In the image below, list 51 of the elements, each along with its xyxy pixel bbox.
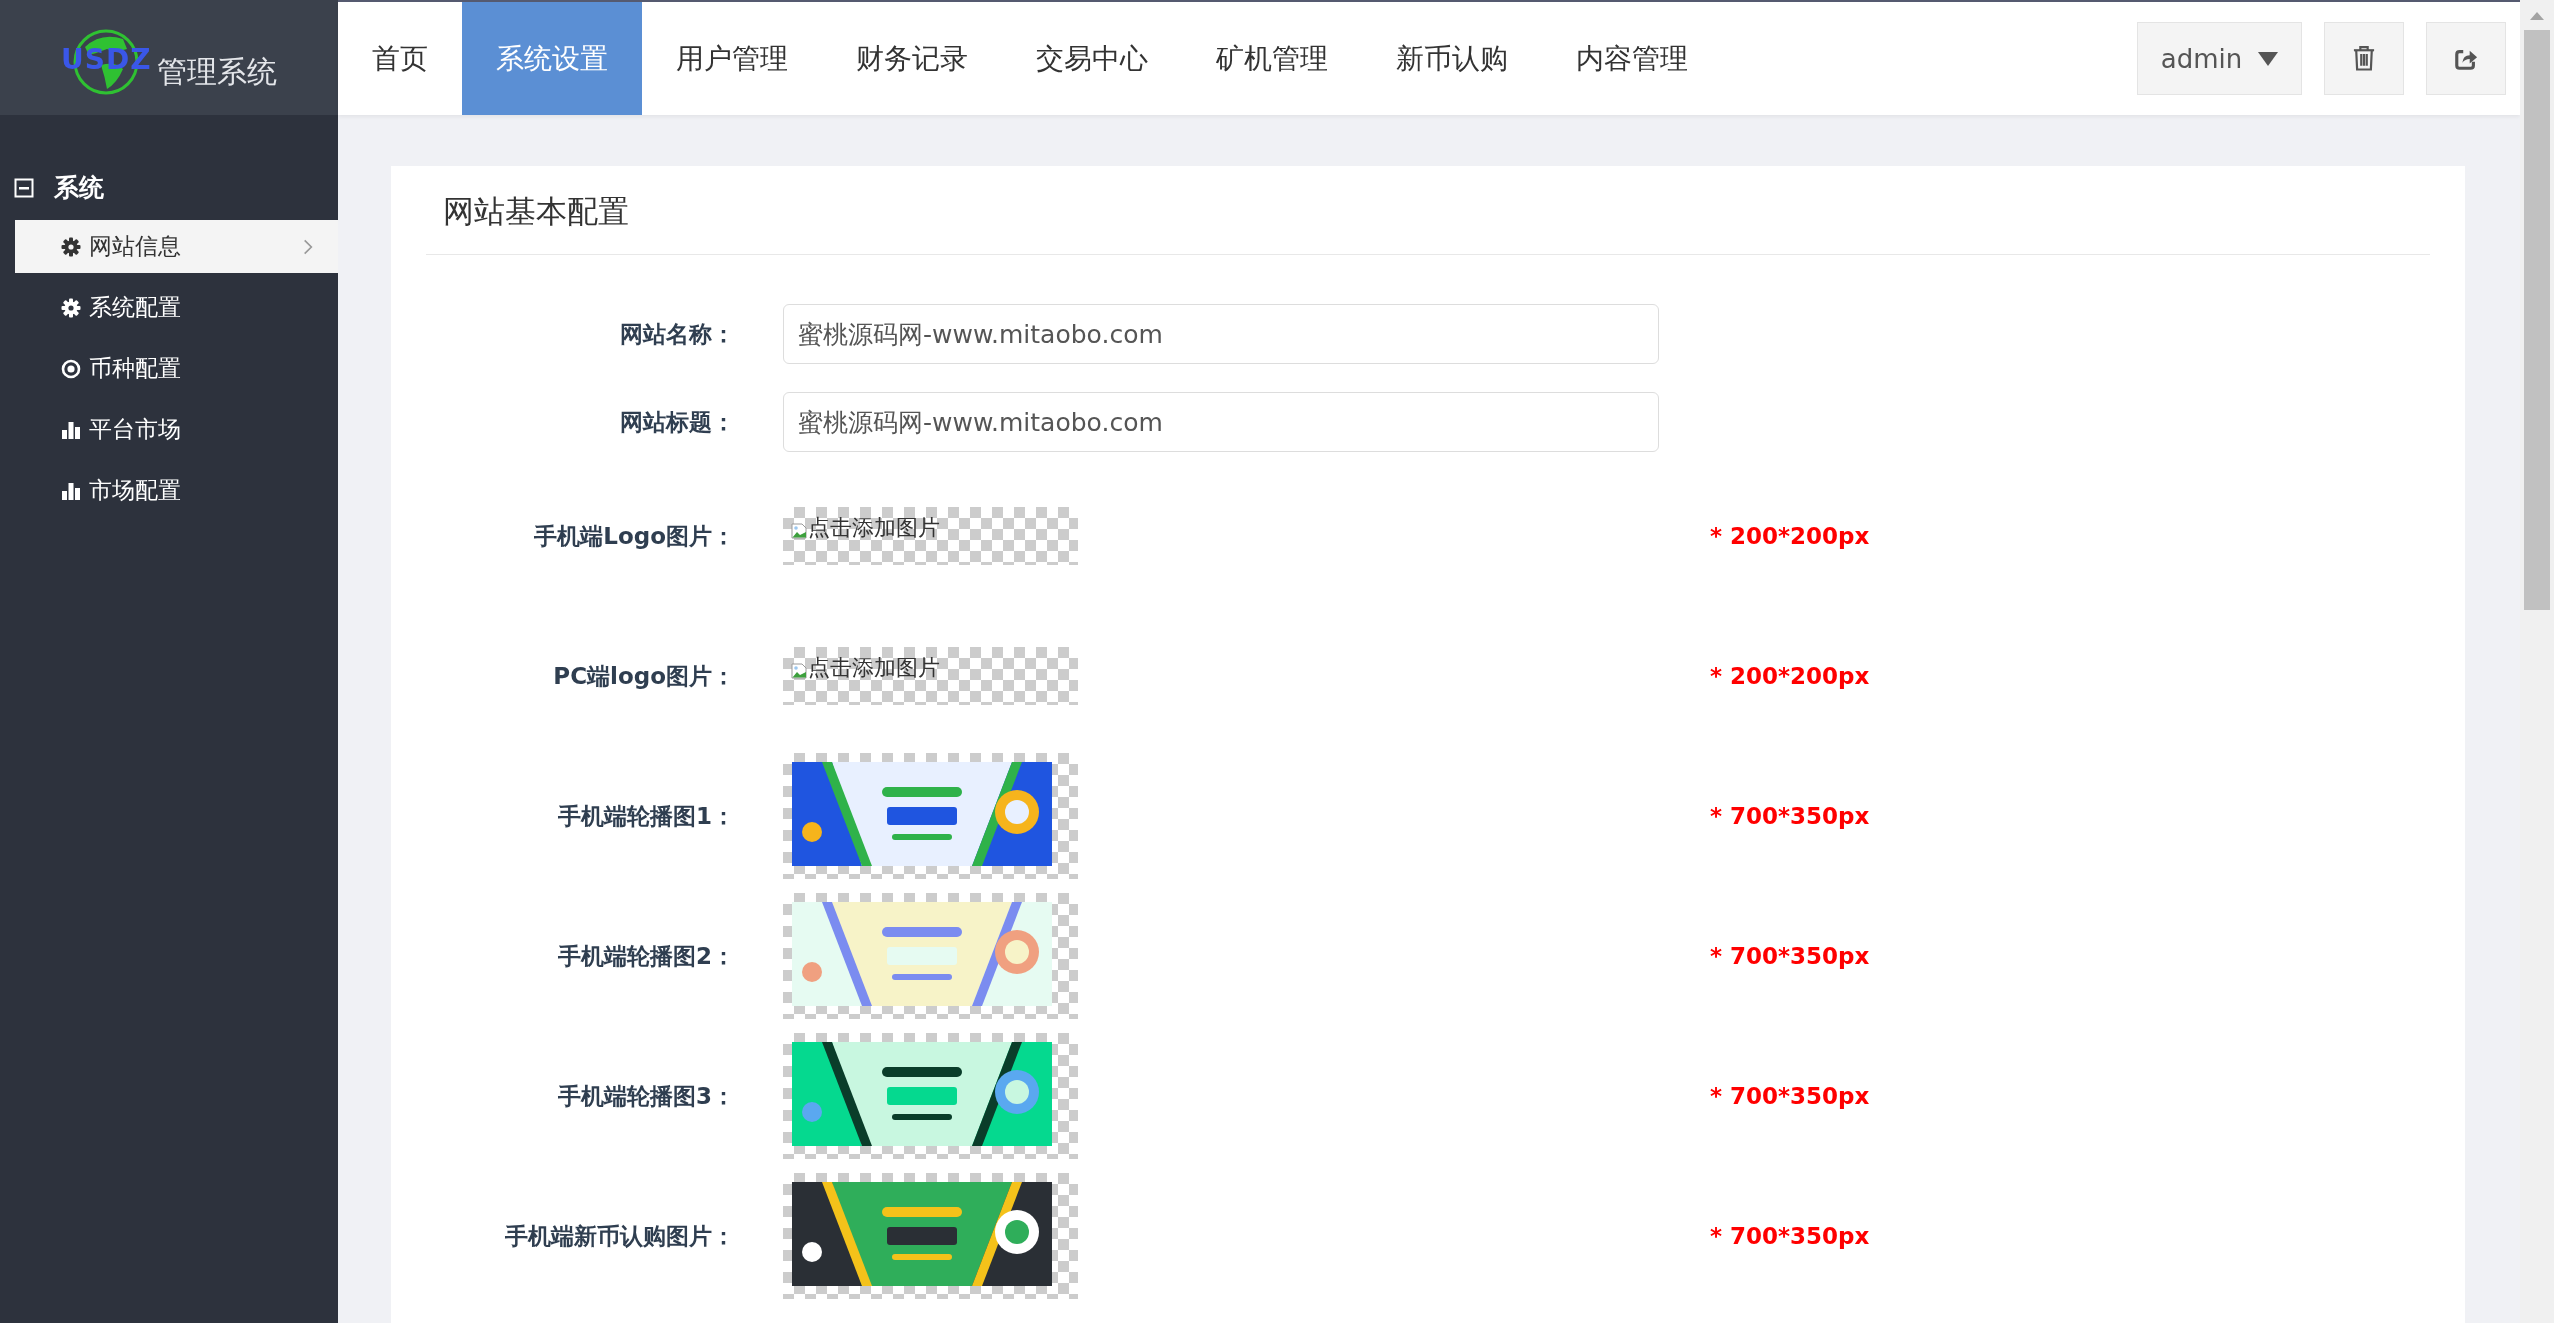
size-hint: * 200*200px xyxy=(1710,663,1871,689)
nav-tab[interactable]: 新币认购 xyxy=(1362,2,1542,115)
scrollbar-thumb[interactable] xyxy=(2524,30,2550,610)
radio-icon xyxy=(61,358,81,379)
broken-image-icon xyxy=(791,663,807,679)
gear-icon xyxy=(61,236,81,257)
logout-button[interactable] xyxy=(2426,22,2506,95)
field-label: 手机端轮播图2： xyxy=(557,941,735,971)
size-hint: * 700*350px xyxy=(1710,943,1871,969)
field-label: 网站名称： xyxy=(619,319,735,349)
user-menu-button[interactable]: admin xyxy=(2137,22,2302,95)
sidebar-item[interactable]: 系统配置 xyxy=(15,281,338,334)
broken-image-icon xyxy=(791,523,807,539)
nav-tab[interactable]: 交易中心 xyxy=(1002,2,1182,115)
text-field[interactable]: 蜜桃源码网-www.mitaobo.com xyxy=(783,304,1659,364)
nav-tab[interactable]: 矿机管理 xyxy=(1182,2,1362,115)
bar-chart-icon xyxy=(61,480,81,501)
sidebar-item[interactable]: 网站信息 xyxy=(15,220,338,273)
bar-chart-icon xyxy=(61,419,81,440)
nav-tab[interactable]: 用户管理 xyxy=(642,2,822,115)
image-upload[interactable]: 点击添加图片 xyxy=(783,507,1078,565)
image-alt-text: 点击添加图片 xyxy=(808,517,940,539)
clear-cache-button[interactable] xyxy=(2324,22,2404,95)
image-alt-text: 点击添加图片 xyxy=(808,657,940,679)
image-upload[interactable]: 点击添加图片 xyxy=(783,647,1078,705)
size-hint: * 700*350px xyxy=(1710,803,1871,829)
sidebar-item[interactable]: 平台市场 xyxy=(15,403,338,456)
logo-title: 管理系统 xyxy=(157,53,277,91)
sidebar-item[interactable]: 币种配置 xyxy=(15,342,338,395)
sidebar-group-title[interactable]: 系统 xyxy=(54,171,104,204)
scrollbar[interactable] xyxy=(2520,0,2554,1323)
nav-tab[interactable]: 财务记录 xyxy=(822,2,1002,115)
field-label: 手机端新币认购图片： xyxy=(504,1221,735,1251)
field-label: 网站标题： xyxy=(619,407,735,437)
field-label: 手机端轮播图1： xyxy=(557,801,735,831)
nav-tab[interactable]: 内容管理 xyxy=(1542,2,1722,115)
chevron-right-icon xyxy=(303,237,313,256)
nav-tab[interactable]: 首页 xyxy=(338,2,462,115)
sidebar-item[interactable]: 市场配置 xyxy=(15,464,338,517)
field-label: 手机端Logo图片： xyxy=(533,521,735,551)
field-label: 手机端轮播图3： xyxy=(557,1081,735,1111)
size-hint: * 700*350px xyxy=(1710,1223,1871,1249)
size-hint: * 200*200px xyxy=(1710,523,1871,549)
card-title: 网站基本配置 xyxy=(442,192,630,231)
text-field[interactable]: 蜜桃源码网-www.mitaobo.com xyxy=(783,392,1659,452)
caret-icon xyxy=(2258,51,2279,66)
gear-icon xyxy=(61,297,81,318)
size-hint: * 700*350px xyxy=(1710,1083,1871,1109)
field-label: PC端logo图片： xyxy=(552,661,735,691)
collapse-icon[interactable] xyxy=(14,177,34,198)
trash-icon xyxy=(2353,45,2375,72)
